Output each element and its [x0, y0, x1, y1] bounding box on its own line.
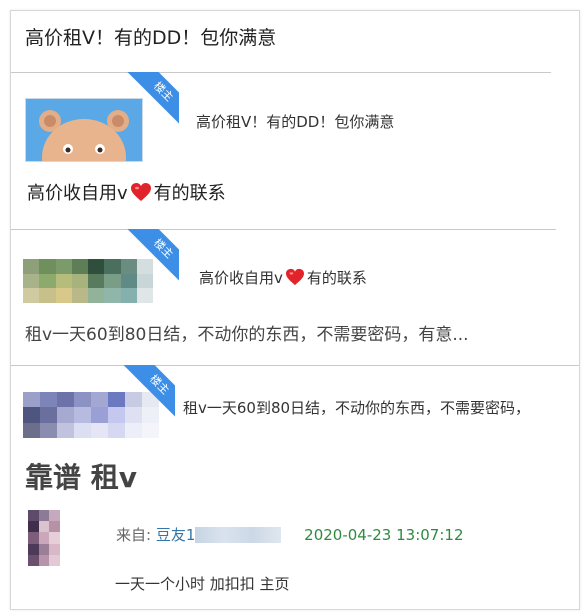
reply-text: 有的联系: [306, 269, 367, 287]
post-title-2[interactable]: 高价收自用v 有的联系: [27, 179, 226, 205]
op-badge: 楼主: [121, 365, 175, 419]
heart-icon: [130, 183, 151, 201]
post-title-3[interactable]: 租v一天60到80日结，不动你的东西，不需要密码，有意...: [25, 320, 469, 345]
reply-text: 高价收自用v: [199, 269, 283, 287]
divider: [11, 365, 579, 366]
op-badge-label: 楼主: [126, 229, 179, 283]
heart-icon: [285, 268, 304, 286]
quoted-reply-1: 高价租V！有的DD！包你满意: [196, 113, 395, 131]
post-title-4[interactable]: 靠谱 租v: [25, 456, 137, 496]
author-link[interactable]: 豆友1: [156, 526, 196, 544]
title-text: 有的联系: [153, 183, 226, 204]
op-badge: 楼主: [125, 72, 179, 126]
post-date: 2020-04-23 13:07:12: [304, 526, 464, 544]
author-name-redacted: [195, 527, 282, 543]
op-badge-label: 楼主: [126, 72, 179, 126]
title-text: 高价收自用v: [27, 183, 128, 204]
author-avatar[interactable]: [28, 510, 60, 566]
post-card: 高价租V！有的DD！包你满意 楼主 高价租V！有的DD！包你满意 高价收自用v 有…: [10, 10, 580, 610]
divider: [11, 72, 551, 73]
from-label: 来自:: [116, 526, 152, 544]
quoted-reply-3: 租v一天60到80日结，不动你的东西，不需要密码，: [183, 399, 531, 417]
post-meta: 来自: 豆友1 2020-04-23 13:07:12: [116, 524, 463, 545]
divider: [11, 229, 556, 230]
post-title-1[interactable]: 高价租V！有的DD！包你满意: [25, 23, 276, 50]
op-badge: 楼主: [125, 229, 179, 283]
quoted-reply-2: 高价收自用v 有的联系: [199, 267, 367, 288]
post-body: 一天一个小时 加扣扣 主页: [115, 575, 290, 593]
op-badge-label: 楼主: [122, 365, 175, 419]
